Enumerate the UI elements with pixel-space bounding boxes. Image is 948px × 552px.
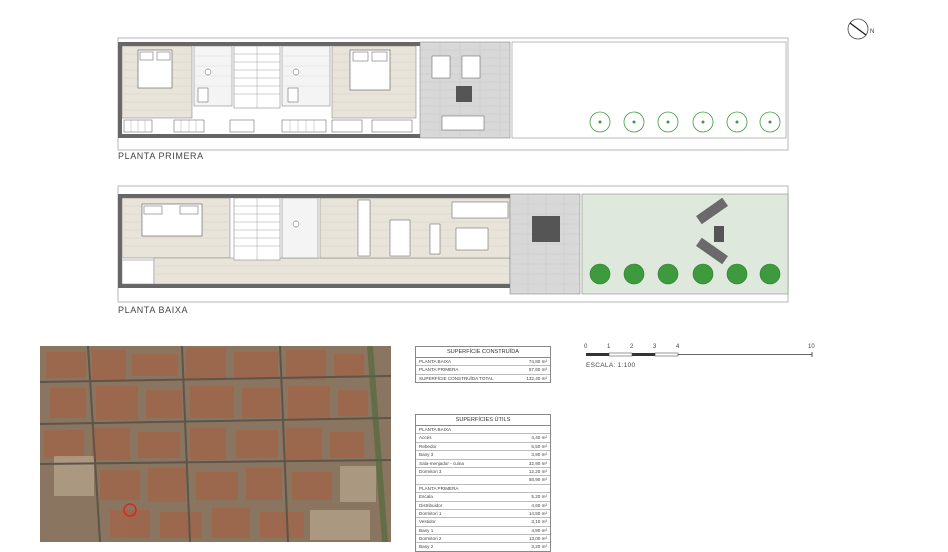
table-row: Vestidor 3,10 m² xyxy=(416,518,550,527)
table-row: Dormitori 3 12,20 m² xyxy=(416,468,550,477)
table-row: Bany 3 3,90 m² xyxy=(416,451,550,460)
table-row: Accés 4,40 m² xyxy=(416,434,550,443)
table-row: Escala 5,20 m² xyxy=(416,493,550,502)
upper-floor-plan xyxy=(117,37,789,151)
built-area-table: SUPERFÍCIE CONSTRUÏDA PLANTA BAIXA 74,80 … xyxy=(415,346,551,384)
scale-bar-graphic xyxy=(586,352,813,357)
table-row: PLANTA PRIMERA 57,60 m² xyxy=(416,366,550,375)
table-row: PLANTA PRIMERA xyxy=(416,485,550,494)
table-row: 58,90 m² xyxy=(416,476,550,485)
upper-plan-label: PLANTA PRIMERA xyxy=(118,151,204,161)
scale-tick-label: 0 xyxy=(584,344,588,350)
scale-label: ESCALA: 1:100 xyxy=(586,362,636,369)
table-row: Rebedor 5,50 m² xyxy=(416,443,550,452)
table-row: Distribuidor 4,60 m² xyxy=(416,502,550,510)
scale-tick-label: 4 xyxy=(676,344,680,350)
table-row: Sala-menjador - cuina 32,90 m² xyxy=(416,460,550,468)
table-row: PLANTA BAIXA 74,80 m² xyxy=(416,358,550,367)
ground-plan-label: PLANTA BAIXA xyxy=(118,305,189,315)
table-row: Bany 2 3,20 m² xyxy=(419,544,547,550)
ground-floor-plan xyxy=(117,185,789,303)
aerial-photo xyxy=(40,346,391,542)
north-compass: N xyxy=(846,17,876,43)
table-row: SUPERFÍCIE CONSTRUÏDA TOTAL 132,40 m² xyxy=(419,375,547,381)
scale-bar: 0 1 2 3 4 10 ESCALA: 1:100 xyxy=(584,343,824,373)
useful-area-table: SUPERFÍCIES ÚTILS PLANTA BAIXA Accés 4,40… xyxy=(415,414,551,552)
scale-tick-label: 3 xyxy=(653,344,657,350)
built-area-title: SUPERFÍCIE CONSTRUÏDA xyxy=(416,347,550,358)
table-row: Dormitori 1 14,50 m² xyxy=(416,510,550,519)
scale-tick-label: 10 xyxy=(808,344,815,350)
north-label: N xyxy=(870,29,875,35)
scale-tick-label: 2 xyxy=(630,344,634,350)
scale-tick-label: 1 xyxy=(607,344,611,350)
useful-area-title: SUPERFÍCIES ÚTILS xyxy=(416,415,550,426)
table-row: PLANTA BAIXA xyxy=(416,426,550,435)
table-row: Bany 1 4,90 m² xyxy=(416,527,550,536)
table-row: Dormitori 2 13,00 m² xyxy=(416,535,550,544)
